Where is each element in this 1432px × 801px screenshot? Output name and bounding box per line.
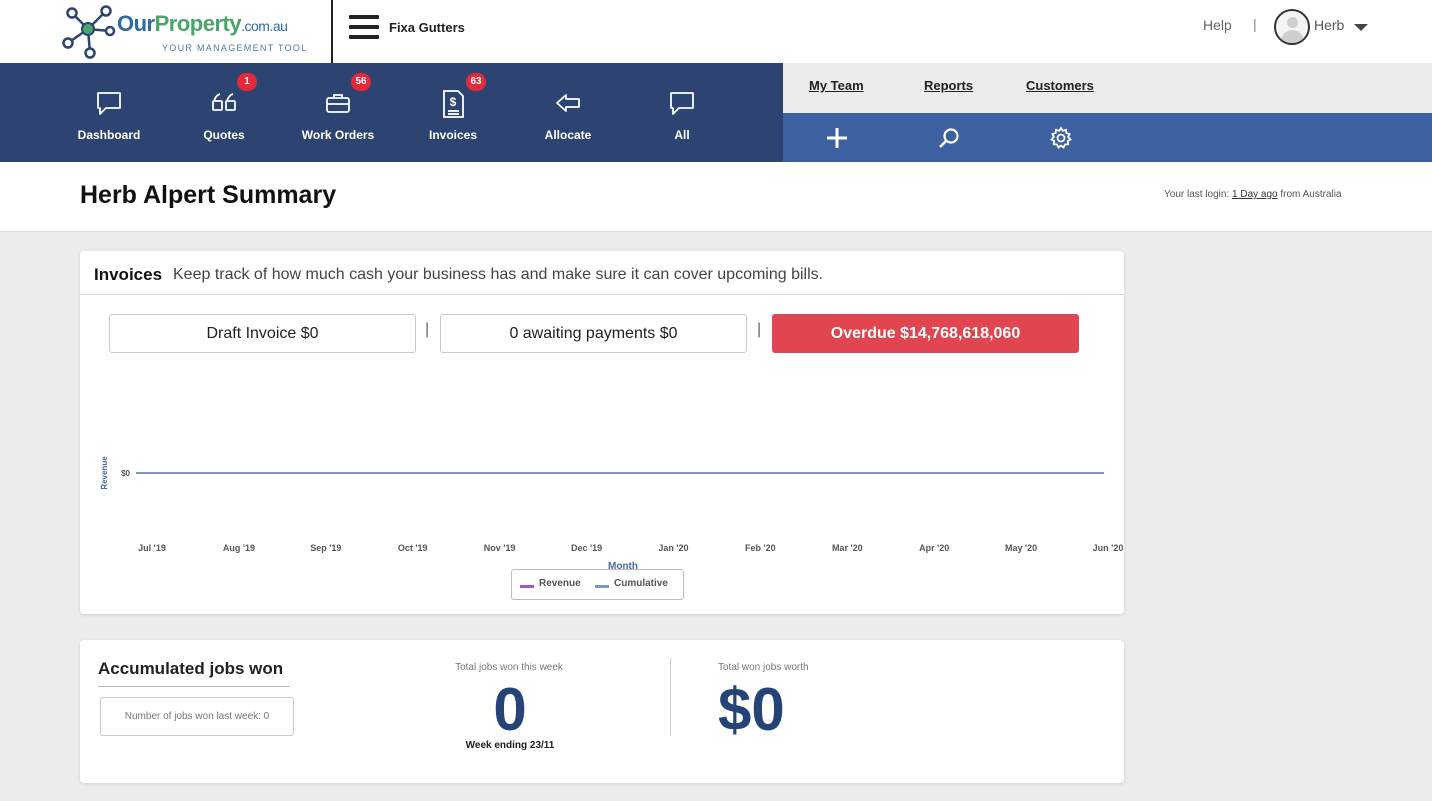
nav-invoices[interactable]: $ Invoices 63 bbox=[398, 63, 508, 162]
invoices-card: Invoices Keep track of how much cash you… bbox=[80, 251, 1124, 614]
settings-button[interactable] bbox=[1047, 125, 1075, 151]
jobs-last-week: Number of jobs won last week: 0 bbox=[100, 697, 294, 736]
jobs-worth-value: $0 bbox=[718, 676, 785, 743]
quotes-badge: 1 bbox=[237, 73, 257, 91]
gear-icon bbox=[1050, 126, 1072, 149]
quote-marks-icon bbox=[212, 93, 236, 111]
menu-icon[interactable] bbox=[349, 15, 379, 43]
search-icon bbox=[939, 128, 959, 148]
last-login-time[interactable]: 1 Day ago bbox=[1232, 189, 1278, 200]
ourproperty-logo[interactable]: OurProperty.com.au YOUR MANAGEMENT TOOL bbox=[60, 3, 320, 59]
stat-separator: | bbox=[757, 321, 762, 338]
jobs-divider bbox=[670, 658, 671, 736]
dollar-document-icon: $ bbox=[443, 90, 464, 118]
legend-cumulative[interactable]: Cumulative bbox=[614, 578, 668, 589]
invoices-card-header: Invoices Keep track of how much cash you… bbox=[80, 251, 1124, 295]
top-header: OurProperty.com.au YOUR MANAGEMENT TOOL … bbox=[0, 0, 1432, 63]
y-axis-label: Revenue bbox=[100, 456, 109, 490]
secondary-nav: My Team Reports Customers bbox=[783, 63, 1432, 113]
main-nav: Dashboard Quotes 1 Work Orders 56 $ Invo… bbox=[0, 63, 783, 162]
x-tick-label: Oct '19 bbox=[398, 543, 428, 553]
last-login-info: Your last login: 1 Day ago from Australi… bbox=[1164, 189, 1342, 200]
chart-legend: Revenue Cumulative bbox=[511, 569, 684, 600]
x-tick-label: Aug '19 bbox=[223, 543, 255, 553]
page-title: Herb Alpert Summary bbox=[80, 181, 337, 209]
header-divider bbox=[331, 0, 333, 63]
jobs-won-card: Accumulated jobs won Number of jobs won … bbox=[80, 640, 1124, 783]
legend-swatch-revenue bbox=[520, 585, 534, 588]
jobs-week-value: 0 bbox=[493, 676, 527, 743]
invoices-title: Invoices bbox=[94, 265, 163, 284]
help-link[interactable]: Help bbox=[1203, 17, 1232, 33]
jobs-title: Accumulated jobs won bbox=[98, 659, 284, 678]
x-tick-label: Jul '19 bbox=[138, 543, 166, 553]
svg-text:$: $ bbox=[450, 95, 457, 109]
search-button[interactable] bbox=[935, 125, 963, 151]
chevron-down-icon[interactable] bbox=[1354, 24, 1368, 31]
reports-link[interactable]: Reports bbox=[924, 78, 973, 93]
page-header: Herb Alpert Summary Your last login: 1 D… bbox=[0, 162, 1432, 232]
header-separator: | bbox=[1253, 16, 1257, 32]
y-tick-label: $0 bbox=[121, 469, 130, 478]
avatar[interactable] bbox=[1274, 9, 1310, 45]
work-orders-badge: 56 bbox=[351, 73, 371, 91]
stat-separator: | bbox=[425, 321, 430, 338]
action-bar bbox=[783, 113, 1432, 162]
x-tick-label: Mar '20 bbox=[832, 543, 863, 553]
nav-allocate[interactable]: Allocate bbox=[513, 63, 623, 162]
x-tick-label: Sep '19 bbox=[310, 543, 341, 553]
x-tick-label: Dec '19 bbox=[571, 543, 602, 553]
company-name: Fixa Gutters bbox=[389, 20, 465, 35]
invoices-badge: 63 bbox=[466, 73, 486, 91]
x-tick-label: Jan '20 bbox=[658, 543, 688, 553]
speech-bubble-icon bbox=[97, 92, 121, 115]
x-tick-label: May '20 bbox=[1005, 543, 1037, 553]
briefcase-icon bbox=[326, 94, 350, 113]
x-tick-label: Nov '19 bbox=[484, 543, 516, 553]
nav-work-orders[interactable]: Work Orders 56 bbox=[283, 63, 393, 162]
network-logo-icon bbox=[62, 5, 116, 59]
x-tick-label: Jun '20 bbox=[1093, 543, 1124, 553]
jobs-week-label: Total jobs won this week bbox=[455, 662, 563, 673]
jobs-title-underline bbox=[98, 686, 290, 687]
x-tick-label: Apr '20 bbox=[919, 543, 949, 553]
nav-dashboard[interactable]: Dashboard bbox=[54, 63, 164, 162]
customers-link[interactable]: Customers bbox=[1026, 78, 1094, 93]
user-name[interactable]: Herb bbox=[1314, 17, 1344, 33]
nav-quotes[interactable]: Quotes 1 bbox=[169, 63, 279, 162]
nav-all[interactable]: All bbox=[627, 63, 737, 162]
speech-bubble-icon bbox=[670, 92, 694, 115]
my-team-link[interactable]: My Team bbox=[809, 78, 864, 93]
plus-icon bbox=[827, 128, 847, 148]
logo-tagline: YOUR MANAGEMENT TOOL bbox=[162, 43, 308, 53]
overdue-box[interactable]: Overdue $14,768,618,060 bbox=[772, 314, 1079, 353]
legend-revenue[interactable]: Revenue bbox=[539, 578, 581, 589]
draft-invoice-box[interactable]: Draft Invoice $0 bbox=[109, 314, 416, 353]
add-button[interactable] bbox=[823, 125, 851, 151]
week-ending: Week ending 23/11 bbox=[465, 740, 555, 751]
x-tick-label: Feb '20 bbox=[745, 543, 776, 553]
arrow-left-icon bbox=[556, 94, 580, 112]
logo-wordmark: OurProperty.com.au bbox=[117, 11, 288, 36]
invoices-description: Keep track of how much cash your busines… bbox=[173, 266, 824, 283]
jobs-worth-label: Total won jobs worth bbox=[718, 662, 809, 673]
legend-swatch-cumulative bbox=[595, 585, 609, 588]
awaiting-payments-box[interactable]: 0 awaiting payments $0 bbox=[440, 314, 747, 353]
